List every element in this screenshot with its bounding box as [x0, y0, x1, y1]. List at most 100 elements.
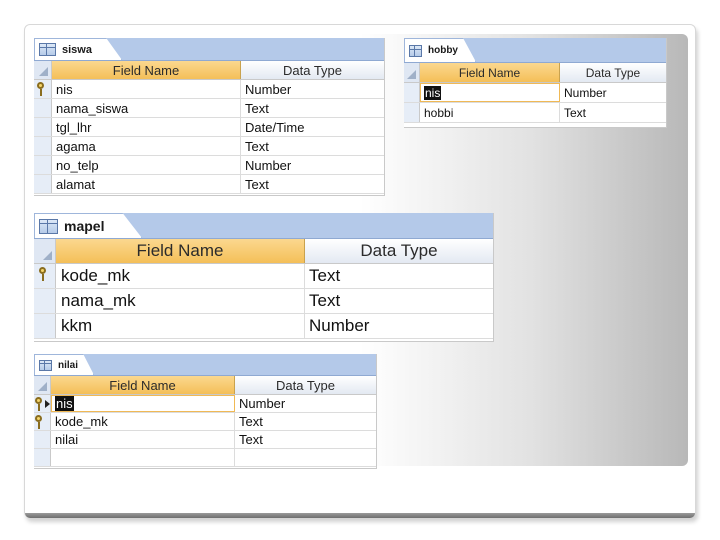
data-type-cell[interactable]: Text [235, 431, 376, 448]
table-row[interactable]: no_telp Number [34, 156, 384, 175]
row-selector[interactable] [34, 99, 52, 117]
tab-mapel[interactable]: mapel [34, 213, 142, 238]
field-name-cell[interactable]: alamat [52, 175, 241, 193]
tab-label: nilai [58, 359, 79, 371]
field-name-cell[interactable]: nis [52, 80, 241, 98]
field-name-cell[interactable] [51, 449, 235, 466]
row-selector[interactable] [34, 289, 56, 313]
row-selector[interactable] [34, 137, 52, 155]
table-row[interactable]: nama_siswa Text [34, 99, 384, 118]
field-name-cell[interactable]: tgl_lhr [52, 118, 241, 136]
key-icon [35, 397, 42, 411]
field-name-cell[interactable]: agama [52, 137, 241, 155]
table-row[interactable]: nama_mk Text [34, 289, 493, 314]
row-selector[interactable] [34, 314, 56, 338]
data-type-cell[interactable]: Text [305, 289, 493, 313]
table-row[interactable]: kode_mk Text [34, 264, 493, 289]
selected-text: nis [424, 85, 442, 100]
header-field-name[interactable]: Field Name [51, 376, 235, 394]
header-field-name[interactable]: Field Name [52, 61, 241, 79]
data-type-cell[interactable]: Number [305, 314, 493, 338]
column-header: Field Name Data Type [34, 61, 384, 80]
data-type-cell[interactable]: Text [235, 413, 376, 430]
row-selector[interactable] [34, 156, 52, 174]
select-all-corner[interactable] [34, 376, 51, 394]
table-row[interactable] [34, 449, 376, 467]
field-name-cell[interactable]: no_telp [52, 156, 241, 174]
field-name-cell[interactable]: nilai [51, 431, 235, 448]
tab-bar: siswa [34, 38, 384, 61]
table-icon [39, 218, 58, 234]
key-icon [37, 82, 44, 96]
table-row[interactable]: nilai Text [34, 431, 376, 449]
header-field-name[interactable]: Field Name [420, 63, 560, 82]
field-name-cell[interactable]: kode_mk [51, 413, 235, 430]
arrow-right-icon [45, 400, 50, 408]
row-selector[interactable] [34, 431, 51, 448]
tab-bar: mapel [34, 213, 493, 239]
table-row[interactable]: nis Number [404, 83, 666, 103]
tab-label: hobby [428, 45, 458, 56]
header-data-type[interactable]: Data Type [560, 63, 666, 82]
header-data-type[interactable]: Data Type [241, 61, 384, 79]
table-row[interactable]: kode_mk Text [34, 413, 376, 431]
tab-label: siswa [62, 43, 92, 56]
slide-bottom-rule [25, 513, 695, 518]
row-selector[interactable] [34, 449, 51, 466]
field-name-cell[interactable]: kkm [56, 314, 305, 338]
table-row[interactable]: kkm Number [34, 314, 493, 339]
table-row[interactable]: nis Number [34, 80, 384, 99]
table-hobby: hobby Field Name Data Type nis Number ho… [404, 38, 667, 128]
select-all-corner[interactable] [34, 61, 52, 79]
header-field-name[interactable]: Field Name [56, 239, 305, 263]
table-row[interactable]: hobbi Text [404, 103, 666, 123]
data-type-cell[interactable]: Text [560, 103, 666, 122]
table-row[interactable]: nis Number [34, 395, 376, 413]
tab-hobby[interactable]: hobby [404, 38, 476, 62]
select-all-corner[interactable] [404, 63, 420, 82]
field-name-cell[interactable]: nama_siswa [52, 99, 241, 117]
row-selector[interactable] [34, 395, 51, 412]
data-type-cell[interactable]: Number [560, 83, 666, 102]
select-all-corner[interactable] [34, 239, 56, 263]
table-row[interactable]: tgl_lhr Date/Time [34, 118, 384, 137]
tab-siswa[interactable]: siswa [34, 38, 122, 60]
tab-bar: nilai [34, 354, 376, 376]
tab-nilai[interactable]: nilai [34, 354, 94, 375]
field-name-cell[interactable]: nis [51, 395, 235, 412]
key-icon [35, 415, 42, 429]
table-icon [39, 359, 52, 371]
data-type-cell[interactable]: Text [241, 175, 384, 193]
table-icon [409, 44, 422, 57]
field-name-cell[interactable]: kode_mk [56, 264, 305, 288]
table-row[interactable]: alamat Text [34, 175, 384, 194]
row-selector[interactable] [34, 264, 56, 288]
data-type-cell[interactable]: Text [305, 264, 493, 288]
field-name-cell[interactable]: nama_mk [56, 289, 305, 313]
header-data-type[interactable]: Data Type [235, 376, 376, 394]
row-selector[interactable] [34, 175, 52, 193]
table-row[interactable]: agama Text [34, 137, 384, 156]
data-type-cell[interactable]: Number [235, 395, 376, 412]
data-type-cell[interactable]: Text [241, 99, 384, 117]
row-selector[interactable] [34, 118, 52, 136]
data-type-cell[interactable]: Text [241, 137, 384, 155]
table-mapel: mapel Field Name Data Type kode_mk Text … [34, 213, 494, 342]
table-nilai: nilai Field Name Data Type nis Number ko… [34, 354, 377, 469]
row-selector[interactable] [404, 103, 420, 122]
tab-label: mapel [64, 218, 105, 234]
row-selector[interactable] [404, 83, 420, 102]
column-header: Field Name Data Type [404, 63, 666, 83]
data-type-cell[interactable]: Number [241, 80, 384, 98]
row-selector[interactable] [34, 80, 52, 98]
row-selector[interactable] [34, 413, 51, 430]
selected-text: nis [55, 396, 74, 411]
field-name-cell[interactable]: hobbi [420, 103, 560, 122]
column-header: Field Name Data Type [34, 239, 493, 264]
field-name-cell[interactable]: nis [420, 83, 560, 102]
header-data-type[interactable]: Data Type [305, 239, 493, 263]
data-type-cell[interactable]: Date/Time [241, 118, 384, 136]
key-icon [39, 267, 46, 281]
data-type-cell[interactable] [235, 449, 376, 466]
data-type-cell[interactable]: Number [241, 156, 384, 174]
